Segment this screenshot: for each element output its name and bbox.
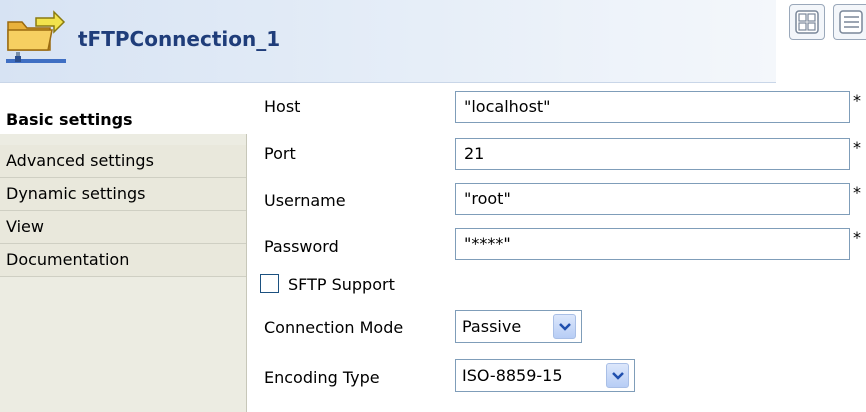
tab-view[interactable]: View <box>0 211 246 244</box>
sftp-support-label: SFTP Support <box>288 275 395 294</box>
chevron-down-icon[interactable] <box>606 363 629 388</box>
host-label: Host <box>264 97 301 116</box>
grid-layout-icon[interactable] <box>789 4 825 40</box>
host-required-mark: * <box>853 91 861 110</box>
chevron-down-icon[interactable] <box>553 314 576 339</box>
tab-advanced-settings[interactable]: Advanced settings <box>0 145 246 178</box>
component-title: tFTPConnection_1 <box>78 27 281 51</box>
password-label: Password <box>264 237 339 256</box>
username-label: Username <box>264 191 346 210</box>
list-layout-icon[interactable] <box>833 4 866 40</box>
port-required-mark: * <box>853 138 861 157</box>
username-required-mark: * <box>853 183 861 202</box>
tab-dynamic-settings[interactable]: Dynamic settings <box>0 178 246 211</box>
tab-basic-settings[interactable]: Basic settings <box>0 90 247 134</box>
component-header: tFTPConnection_1 <box>0 0 776 83</box>
encoding-type-label: Encoding Type <box>264 368 380 387</box>
username-input[interactable]: "root" <box>455 183 850 215</box>
password-required-mark: * <box>853 228 861 247</box>
connection-mode-label: Connection Mode <box>264 318 404 337</box>
connection-mode-select[interactable]: Passive <box>455 310 582 343</box>
settings-sidebar: Basic settings Advanced settings Dynamic… <box>0 90 247 412</box>
port-input[interactable]: 21 <box>455 138 850 170</box>
ftp-connection-folder-icon <box>6 8 66 66</box>
host-input[interactable]: "localhost" <box>455 91 850 123</box>
port-label: Port <box>264 144 296 163</box>
password-input[interactable]: "****" <box>455 228 850 260</box>
encoding-type-value: ISO-8859-15 <box>462 366 563 385</box>
encoding-type-select[interactable]: ISO-8859-15 <box>455 359 635 392</box>
sftp-support-checkbox[interactable] <box>260 274 279 293</box>
tab-documentation[interactable]: Documentation <box>0 244 246 277</box>
connection-mode-value: Passive <box>462 317 522 336</box>
